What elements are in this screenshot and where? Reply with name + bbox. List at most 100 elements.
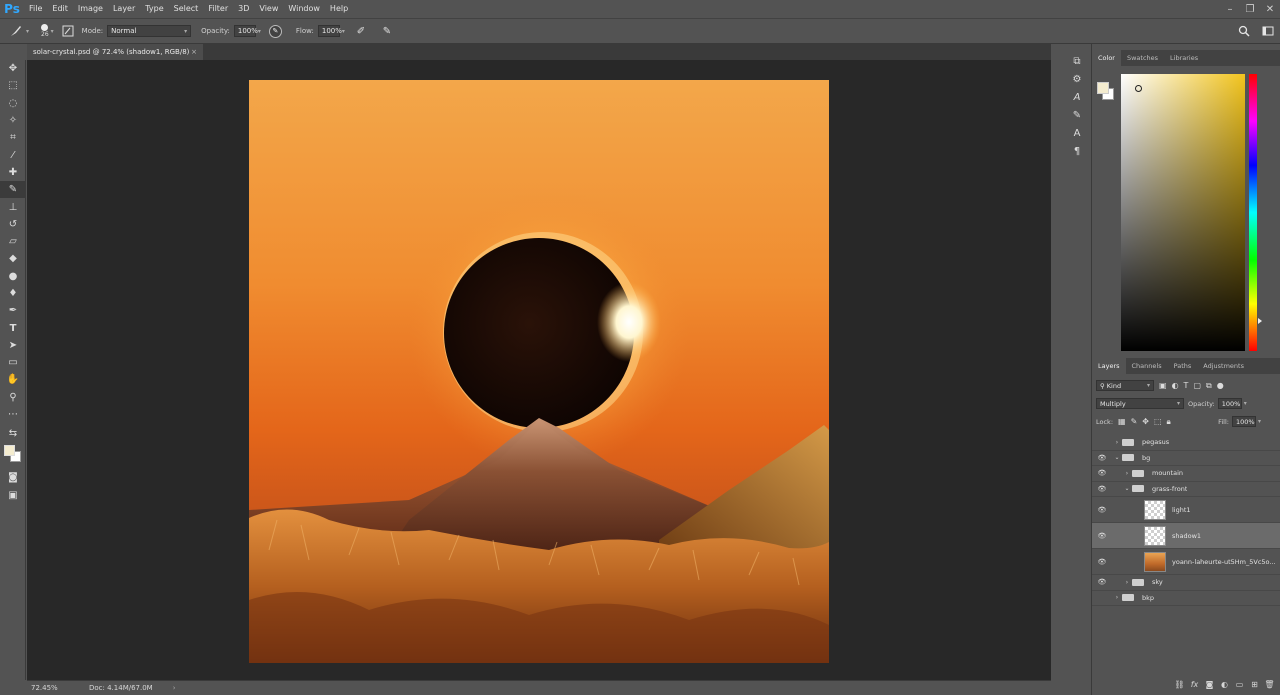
- layer-group-row[interactable]: 👁︎› bkp: [1092, 591, 1280, 606]
- clone-stamp-tool-icon[interactable]: ⊥: [0, 198, 26, 215]
- crop-tool-icon[interactable]: ⌗: [0, 129, 26, 146]
- layer-group-row[interactable]: 👁︎ ⌄ bg: [1092, 451, 1280, 466]
- airbrush-icon[interactable]: ✐: [353, 23, 369, 39]
- search-icon[interactable]: [1232, 23, 1256, 39]
- eyedropper-tool-icon[interactable]: ⁄: [0, 146, 26, 163]
- opacity-input[interactable]: 100%: [233, 25, 258, 37]
- layer-row[interactable]: 👁︎ shadow1: [1092, 523, 1280, 549]
- lock-artboard-icon[interactable]: ⬚: [1154, 417, 1162, 426]
- zoom-tool-icon[interactable]: ⚲: [0, 389, 26, 406]
- minimize-button[interactable]: –: [1220, 0, 1240, 18]
- brush-panel-toggle-icon[interactable]: [60, 23, 76, 39]
- add-mask-icon[interactable]: ◙: [1202, 680, 1217, 689]
- lock-all-icon[interactable]: 🔒︎: [1167, 417, 1171, 427]
- chevron-down-icon[interactable]: ▾: [26, 28, 29, 35]
- rectangle-tool-icon[interactable]: ▭: [0, 354, 26, 371]
- layer-group-row[interactable]: 👁︎ ⌄ grass-front: [1092, 482, 1280, 497]
- chevron-down-icon[interactable]: ▾: [1244, 400, 1247, 407]
- mode-select[interactable]: Normal ▾: [107, 25, 192, 37]
- menu-layer[interactable]: Layer: [108, 0, 140, 18]
- swap-colors-icon[interactable]: ⇆: [0, 423, 26, 443]
- smart-object-filter-icon[interactable]: ⧉: [1206, 381, 1212, 391]
- chevron-right-icon[interactable]: ›: [1112, 439, 1122, 446]
- lock-position-icon[interactable]: ✥: [1142, 417, 1149, 426]
- menu-edit[interactable]: Edit: [47, 0, 73, 18]
- menu-3d[interactable]: 3D: [233, 0, 254, 18]
- close-button[interactable]: ✕: [1260, 0, 1280, 18]
- tab-libraries[interactable]: Libraries: [1164, 50, 1204, 66]
- paint-bucket-tool-icon[interactable]: ◆: [0, 250, 26, 267]
- workspace-icon[interactable]: [1256, 23, 1280, 39]
- tab-adjustments[interactable]: Adjustments: [1197, 358, 1250, 374]
- brush-settings-panel-icon[interactable]: ✎: [1064, 106, 1090, 124]
- chevron-down-icon[interactable]: ⌄: [1122, 485, 1132, 492]
- visibility-eye-icon[interactable]: 👁︎: [1092, 558, 1112, 566]
- chevron-right-icon[interactable]: ›: [1122, 470, 1132, 477]
- character-panel-icon[interactable]: A: [1064, 88, 1090, 106]
- shape-filter-icon[interactable]: ▢: [1193, 381, 1201, 390]
- layer-row[interactable]: 👁︎ light1: [1092, 497, 1280, 523]
- blend-mode-select[interactable]: Multiply ▾: [1096, 398, 1184, 409]
- menu-filter[interactable]: Filter: [203, 0, 233, 18]
- filter-toggle-icon[interactable]: ●: [1217, 381, 1224, 390]
- color-picker-field[interactable]: [1121, 74, 1245, 351]
- tab-layers[interactable]: Layers: [1092, 358, 1126, 374]
- menu-view[interactable]: View: [254, 0, 283, 18]
- document-tab[interactable]: solar-crystal.psd @ 72.4% (shadow1, RGB/…: [27, 44, 203, 60]
- layer-kind-filter[interactable]: ⚲ Kind ▾: [1096, 380, 1154, 391]
- menu-type[interactable]: Type: [140, 0, 168, 18]
- chevron-down-icon[interactable]: ▾: [1258, 418, 1261, 425]
- chevron-down-icon[interactable]: ▾: [258, 28, 261, 35]
- visibility-eye-icon[interactable]: 👁︎: [1092, 506, 1112, 514]
- visibility-eye-icon[interactable]: 👁︎: [1092, 454, 1112, 462]
- visibility-eye-icon[interactable]: 👁︎: [1092, 438, 1112, 446]
- lasso-tool-icon[interactable]: ◌: [0, 95, 26, 112]
- more-tools-icon[interactable]: ⋯: [0, 406, 26, 423]
- history-brush-tool-icon[interactable]: ↺: [0, 216, 26, 233]
- visibility-eye-icon[interactable]: 👁︎: [1092, 594, 1112, 602]
- brush-tool-preset-icon[interactable]: [8, 23, 24, 39]
- healing-brush-tool-icon[interactable]: ✚: [0, 164, 26, 181]
- properties-panel-icon[interactable]: ⚙: [1064, 70, 1090, 88]
- layer-style-icon[interactable]: fx: [1187, 680, 1202, 689]
- chevron-right-icon[interactable]: ›: [1122, 579, 1132, 586]
- path-selection-tool-icon[interactable]: ➤: [0, 337, 26, 354]
- chevron-down-icon[interactable]: ⌄: [1112, 454, 1122, 461]
- history-panel-icon[interactable]: ⧉: [1064, 52, 1090, 70]
- visibility-eye-icon[interactable]: 👁︎: [1092, 485, 1112, 493]
- fill-input[interactable]: 100%: [1231, 416, 1256, 427]
- eraser-tool-icon[interactable]: ▱: [0, 233, 26, 250]
- layer-opacity-input[interactable]: 100%: [1217, 398, 1242, 409]
- pen-tool-icon[interactable]: ✒: [0, 302, 26, 319]
- quick-mask-icon[interactable]: ◙: [0, 469, 26, 486]
- type-tool-icon[interactable]: T: [0, 319, 26, 336]
- color-picker-ring[interactable]: [1135, 85, 1142, 92]
- menu-image[interactable]: Image: [73, 0, 108, 18]
- layer-group-row[interactable]: 👁︎ › sky: [1092, 575, 1280, 591]
- tab-channels[interactable]: Channels: [1126, 358, 1168, 374]
- adjustment-layer-icon[interactable]: ◐: [1217, 680, 1232, 689]
- layer-group-row[interactable]: 👁︎› pegasus: [1092, 435, 1280, 451]
- move-tool-icon[interactable]: ✥: [0, 60, 26, 77]
- flow-input[interactable]: 100%: [317, 25, 342, 37]
- tab-paths[interactable]: Paths: [1168, 358, 1198, 374]
- menu-select[interactable]: Select: [169, 0, 204, 18]
- delete-layer-icon[interactable]: 🗑︎: [1262, 680, 1277, 689]
- new-layer-icon[interactable]: ⊞: [1247, 680, 1262, 689]
- brush-size-picker[interactable]: 26: [41, 24, 49, 38]
- lock-pixels-icon[interactable]: ✎: [1131, 417, 1138, 426]
- menu-window[interactable]: Window: [283, 0, 325, 18]
- menu-help[interactable]: Help: [325, 0, 353, 18]
- blur-tool-icon[interactable]: ♦: [0, 285, 26, 302]
- visibility-eye-icon[interactable]: 👁︎: [1092, 578, 1112, 586]
- hand-tool-icon[interactable]: ✋: [0, 371, 26, 388]
- new-group-icon[interactable]: ▭: [1232, 680, 1247, 689]
- image-canvas[interactable]: [249, 80, 829, 663]
- restore-button[interactable]: ❐: [1240, 0, 1260, 18]
- foreground-color-swatch[interactable]: [4, 445, 15, 457]
- glyphs-panel-icon[interactable]: A: [1064, 124, 1090, 142]
- tab-color[interactable]: Color: [1092, 50, 1121, 66]
- layer-row[interactable]: 👁︎ yoann-laheurte-ut5Hm_5Vc5o...: [1092, 549, 1280, 575]
- status-menu-chevron-icon[interactable]: ›: [173, 684, 176, 692]
- hue-slider-handle[interactable]: [1258, 318, 1262, 324]
